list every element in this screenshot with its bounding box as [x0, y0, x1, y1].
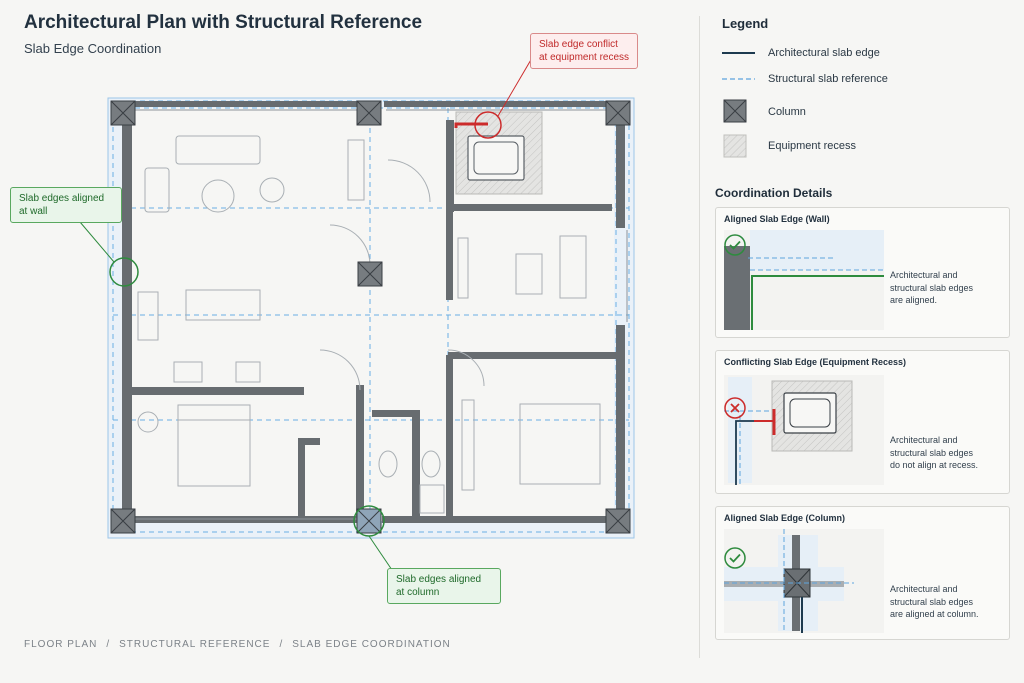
breadcrumb: FLOOR PLAN / STRUCTURAL REFERENCE / SLAB EDG…	[24, 639, 451, 650]
breadcrumb-separator: /	[279, 639, 284, 650]
floor-plan	[79, 57, 635, 571]
legend-item-architectural: Architectural slab edge	[768, 47, 880, 59]
legend-item-column: Column	[768, 106, 806, 118]
breadcrumb-item: SLAB EDGE COORDINATION	[292, 639, 451, 650]
column-icon	[723, 99, 747, 123]
conflict-callout: Slab edge conflict at equipment recess	[530, 33, 639, 69]
detail-diagram-wall	[724, 230, 884, 330]
card-description: Architectural and structural slab edges …	[890, 584, 979, 619]
detail-diagram-recess	[724, 375, 884, 485]
detail-card-column: Aligned Slab Edge (Column) Architectural…	[715, 506, 1010, 640]
card-title: Aligned Slab Edge (Column)	[724, 513, 845, 523]
legend-item-structural: Structural slab reference	[768, 73, 888, 85]
equipment-recess	[454, 111, 543, 195]
hatch-icon	[723, 134, 747, 158]
detail-card-wall: Aligned Slab Edge (Wall) Architectural a…	[715, 207, 1010, 338]
detail-card-recess: Conflicting Slab Edge (Equipment Recess)…	[715, 350, 1010, 494]
detail-diagram-column	[724, 529, 884, 633]
wall-callout: Slab edges aligned at wall	[10, 187, 122, 223]
card-description: Architectural and structural slab edges …	[890, 435, 979, 470]
check-icon	[724, 547, 746, 569]
cross-icon	[724, 397, 746, 419]
breadcrumb-item: STRUCTURAL REFERENCE	[119, 639, 271, 650]
card-title: Conflicting Slab Edge (Equipment Recess)	[724, 357, 907, 367]
column-callout: Slab edges aligned at column	[387, 568, 501, 604]
legend-title: Legend	[722, 16, 769, 31]
coordination-title: Coordination Details	[715, 186, 833, 200]
breadcrumb-separator: /	[106, 639, 111, 650]
card-title: Aligned Slab Edge (Wall)	[724, 214, 830, 224]
legend-item-recess: Equipment recess	[768, 140, 857, 152]
check-icon	[724, 234, 746, 256]
panel-divider	[699, 16, 700, 658]
card-description: Architectural and structural slab edges …	[890, 270, 974, 305]
breadcrumb-item: FLOOR PLAN	[24, 639, 98, 650]
legend-swatches	[722, 52, 755, 158]
